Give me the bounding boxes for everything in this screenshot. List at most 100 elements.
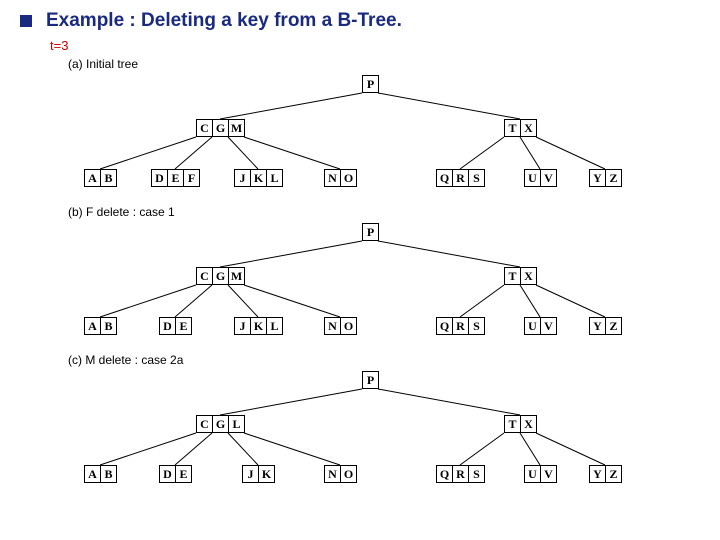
root-node: P xyxy=(362,371,379,389)
key-B: B xyxy=(101,318,116,334)
caption-b: (b) F delete : case 1 xyxy=(68,205,700,219)
key-P: P xyxy=(363,224,378,240)
key-K: K xyxy=(259,466,274,482)
internal-node: CGL xyxy=(196,415,245,433)
key-S: S xyxy=(469,318,484,334)
key-P: P xyxy=(363,76,378,92)
leaf-node: JKL xyxy=(234,169,283,187)
key-R: R xyxy=(453,318,469,334)
leaf-node: JKL xyxy=(234,317,283,335)
leaf-node: NO xyxy=(324,317,357,335)
key-C: C xyxy=(197,268,213,284)
leaf-node: AB xyxy=(84,317,117,335)
key-R: R xyxy=(453,466,469,482)
key-D: D xyxy=(160,466,176,482)
leaf-node: DE xyxy=(159,465,192,483)
internal-node: CGM xyxy=(196,267,245,285)
leaf-node: QRS xyxy=(436,169,485,187)
internal-node: CGM xyxy=(196,119,245,137)
key-C: C xyxy=(197,120,213,136)
key-E: E xyxy=(176,466,191,482)
internal-node: TX xyxy=(504,415,537,433)
key-T: T xyxy=(505,268,521,284)
key-A: A xyxy=(85,466,101,482)
key-N: N xyxy=(325,170,341,186)
key-B: B xyxy=(101,170,116,186)
key-J: J xyxy=(235,318,251,334)
root-node: P xyxy=(362,75,379,93)
key-P: P xyxy=(363,372,378,388)
t-parameter: t=3 xyxy=(50,38,700,53)
key-Q: Q xyxy=(437,170,453,186)
key-A: A xyxy=(85,318,101,334)
key-G: G xyxy=(213,268,229,284)
key-O: O xyxy=(341,466,356,482)
key-E: E xyxy=(176,318,191,334)
key-G: G xyxy=(213,120,229,136)
internal-node: TX xyxy=(504,119,537,137)
key-U: U xyxy=(525,466,541,482)
key-T: T xyxy=(505,120,521,136)
page-title: Example : Deleting a key from a B-Tree. xyxy=(46,10,402,32)
key-M: M xyxy=(229,120,244,136)
key-G: G xyxy=(213,416,229,432)
key-Q: Q xyxy=(437,466,453,482)
tree-a: P CGM TX AB DEF JKL NO QRS UV YZ xyxy=(40,71,680,201)
key-X: X xyxy=(521,120,536,136)
key-O: O xyxy=(341,170,356,186)
key-B: B xyxy=(101,466,116,482)
key-L: L xyxy=(267,318,282,334)
key-Y: Y xyxy=(590,466,606,482)
leaf-node: DE xyxy=(159,317,192,335)
key-Q: Q xyxy=(437,318,453,334)
tree-c: P CGL TX AB DE JK NO QRS UV YZ xyxy=(40,367,680,487)
key-E: E xyxy=(168,170,184,186)
key-V: V xyxy=(541,318,556,334)
key-S: S xyxy=(469,170,484,186)
key-V: V xyxy=(541,466,556,482)
key-C: C xyxy=(197,416,213,432)
key-M: M xyxy=(229,268,244,284)
key-D: D xyxy=(160,318,176,334)
leaf-node: YZ xyxy=(589,465,622,483)
key-Z: Z xyxy=(606,466,621,482)
leaf-node: AB xyxy=(84,169,117,187)
key-S: S xyxy=(469,466,484,482)
key-U: U xyxy=(525,318,541,334)
key-R: R xyxy=(453,170,469,186)
key-A: A xyxy=(85,170,101,186)
leaf-node: NO xyxy=(324,169,357,187)
key-X: X xyxy=(521,416,536,432)
key-L: L xyxy=(267,170,282,186)
leaf-node: QRS xyxy=(436,317,485,335)
key-Y: Y xyxy=(590,318,606,334)
key-J: J xyxy=(243,466,259,482)
leaf-node: YZ xyxy=(589,317,622,335)
leaf-node: QRS xyxy=(436,465,485,483)
leaf-node: UV xyxy=(524,317,557,335)
key-D: D xyxy=(152,170,168,186)
leaf-node: UV xyxy=(524,169,557,187)
internal-node: TX xyxy=(504,267,537,285)
key-K: K xyxy=(251,318,267,334)
caption-c: (c) M delete : case 2a xyxy=(68,353,700,367)
key-O: O xyxy=(341,318,356,334)
key-T: T xyxy=(505,416,521,432)
leaf-node: NO xyxy=(324,465,357,483)
tree-b: P CGM TX AB DE JKL NO QRS UV YZ xyxy=(40,219,680,349)
leaf-node: DEF xyxy=(151,169,200,187)
leaf-node: AB xyxy=(84,465,117,483)
key-V: V xyxy=(541,170,556,186)
key-J: J xyxy=(235,170,251,186)
leaf-node: JK xyxy=(242,465,275,483)
leaf-node: YZ xyxy=(589,169,622,187)
root-node: P xyxy=(362,223,379,241)
key-F: F xyxy=(184,170,199,186)
caption-a: (a) Initial tree xyxy=(68,57,700,71)
key-Z: Z xyxy=(606,318,621,334)
key-K: K xyxy=(251,170,267,186)
bullet-icon xyxy=(20,15,32,27)
leaf-node: UV xyxy=(524,465,557,483)
key-U: U xyxy=(525,170,541,186)
key-X: X xyxy=(521,268,536,284)
